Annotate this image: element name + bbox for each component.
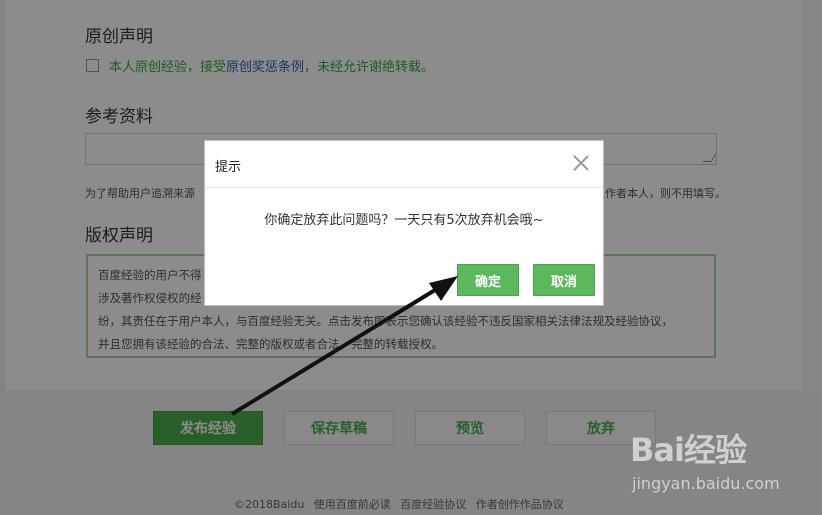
- arrow-shaft: [230, 285, 442, 416]
- arrow-head: [429, 276, 458, 301]
- watermark-url: jingyan.baidu.com: [632, 474, 780, 493]
- watermark-logo: Bai经验: [630, 431, 747, 469]
